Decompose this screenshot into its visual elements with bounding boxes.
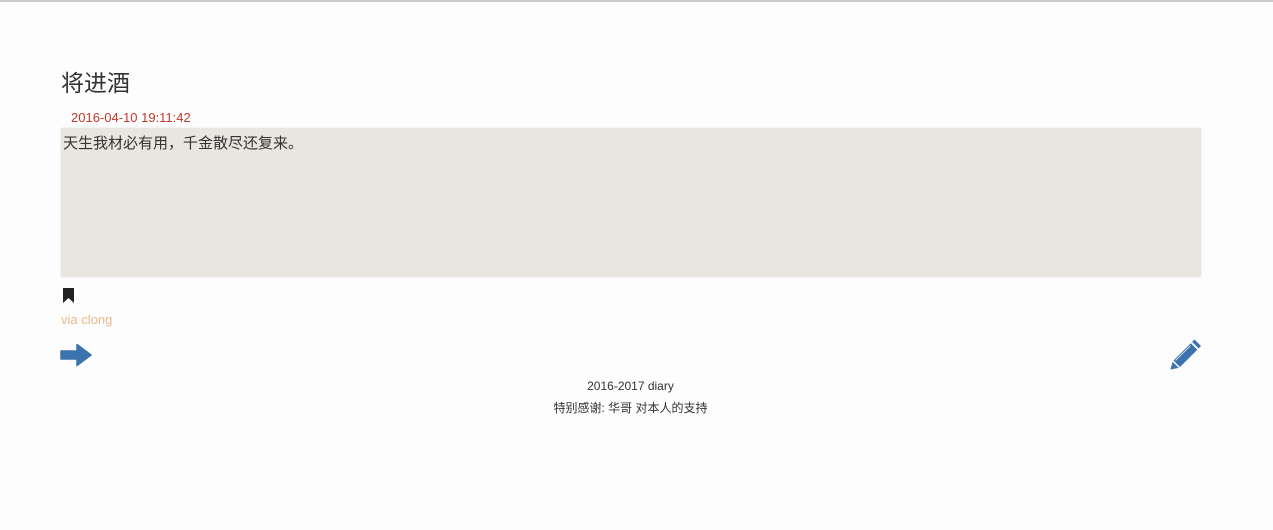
top-divider	[0, 0, 1273, 2]
post-date: 2016-04-10 19:11:42	[71, 110, 191, 125]
bookmark-icon	[63, 288, 74, 303]
footer-copyright: 2016-2017 diary	[587, 379, 674, 393]
arrow-right-icon	[60, 343, 92, 367]
site-footer: 2016-2017 diary 特别感谢: 华哥 对本人的支持	[0, 375, 1261, 419]
edit-post-button[interactable]	[1170, 338, 1203, 370]
pencil-icon	[1170, 339, 1201, 370]
post-author-via: via clong	[61, 312, 113, 327]
footer-thanks: 特别感谢: 华哥 对本人的支持	[553, 401, 708, 415]
post-content-text: 天生我材必有用，千金散尽还复来。	[63, 134, 304, 152]
post-title: 将进酒	[61, 71, 130, 97]
post-content-box: 天生我材必有用，千金散尽还复来。	[61, 128, 1201, 277]
next-post-button[interactable]	[60, 343, 92, 367]
